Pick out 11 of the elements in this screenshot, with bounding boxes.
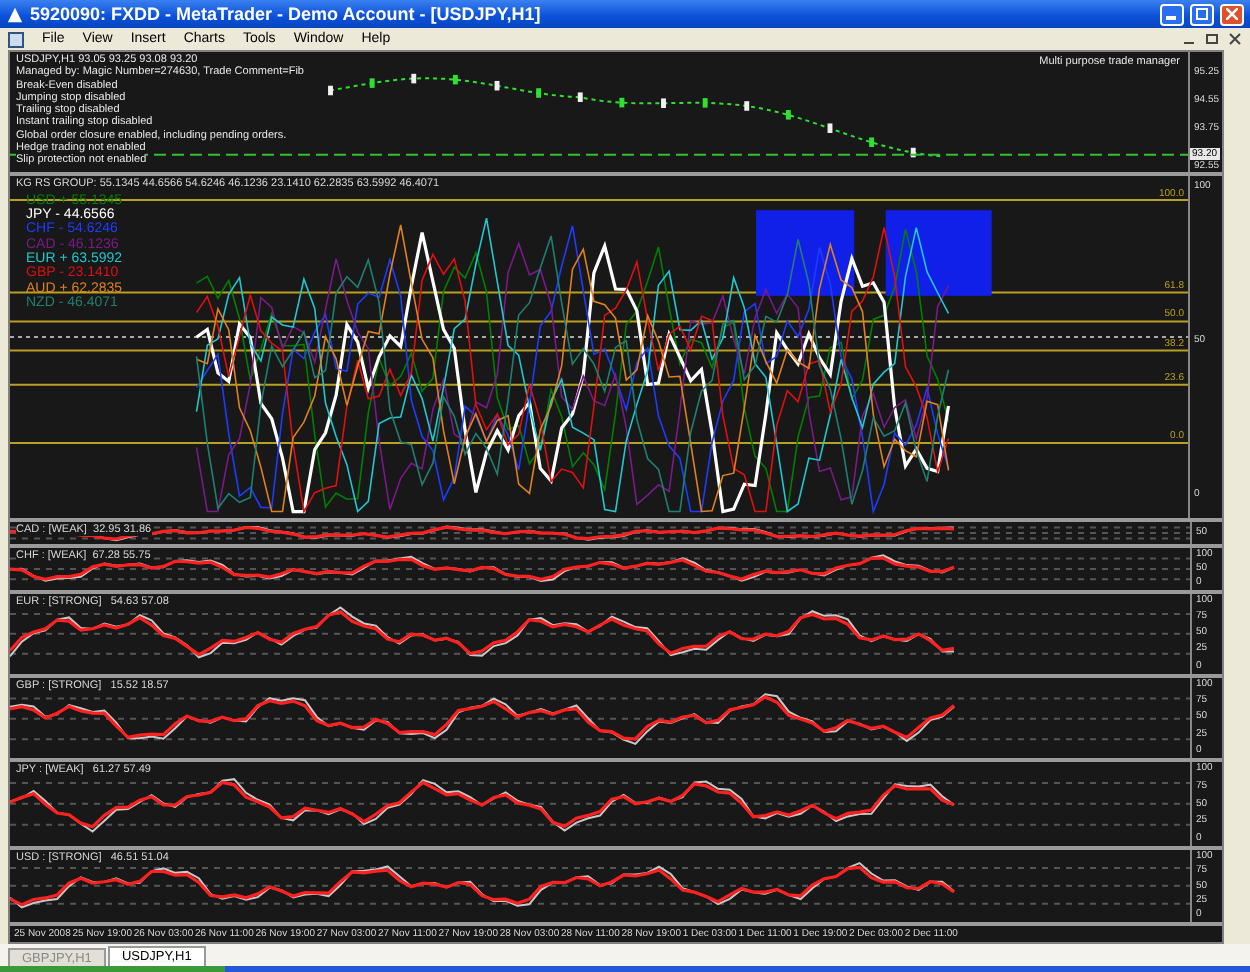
app-icon — [6, 5, 24, 23]
chart-icon — [8, 31, 24, 47]
minimize-button[interactable] — [1160, 3, 1184, 25]
highlight-zone — [756, 209, 855, 296]
close-button[interactable] — [1220, 3, 1244, 25]
window-title: 5920090: FXDD - MetaTrader - Demo Account - [USDJPY,H1] — [30, 4, 543, 24]
window-controls-icon[interactable] — [1182, 32, 1242, 46]
highlight-zone — [885, 209, 992, 296]
maximize-button[interactable] — [1190, 3, 1214, 25]
close-icon — [1226, 8, 1238, 20]
maximize-icon — [1196, 8, 1208, 20]
